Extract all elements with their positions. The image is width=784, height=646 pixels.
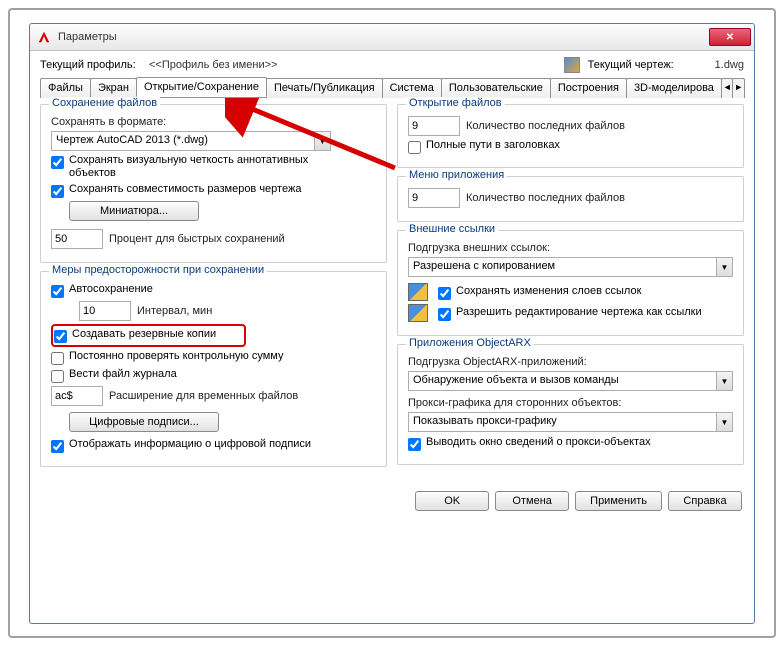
- window-title: Параметры: [58, 31, 709, 43]
- help-button[interactable]: Справка: [668, 491, 742, 511]
- tab-draft[interactable]: Построения: [550, 78, 627, 98]
- highlight-backup: Создавать резервные копии: [51, 324, 246, 347]
- temp-ext-input[interactable]: [51, 386, 103, 406]
- fast-save-label: Процент для быстрых сохранений: [109, 233, 285, 245]
- autosave-interval-label: Интервал, мин: [137, 305, 212, 317]
- signatures-button[interactable]: Цифровые подписи...: [69, 412, 219, 432]
- tabstrip: Файлы Экран Открытие/Сохранение Печать/П…: [40, 77, 744, 98]
- profile-value: <<Профиль без имени>>: [149, 59, 277, 71]
- profile-row: Текущий профиль: <<Профиль без имени>> Т…: [40, 57, 744, 73]
- group-file-open: Открытие файлов Количество последних фай…: [397, 104, 744, 168]
- tab-open-save[interactable]: Открытие/Сохранение: [136, 77, 267, 97]
- tab-system[interactable]: Система: [382, 78, 442, 98]
- tab-screen[interactable]: Экран: [90, 78, 137, 98]
- recent-files-input[interactable]: [408, 116, 460, 136]
- group-file-save: Сохранение файлов Сохранять в формате: Ч…: [40, 104, 387, 263]
- temp-ext-label: Расширение для временных файлов: [109, 390, 298, 402]
- appmenu-recent-input[interactable]: [408, 188, 460, 208]
- tab-plot[interactable]: Печать/Публикация: [266, 78, 383, 98]
- autocad-icon: [36, 29, 52, 45]
- appmenu-recent-label: Количество последних файлов: [466, 192, 625, 204]
- cancel-button[interactable]: Отмена: [495, 491, 569, 511]
- group-title-xrefs: Внешние ссылки: [406, 223, 498, 235]
- tab-user[interactable]: Пользовательские: [441, 78, 551, 98]
- xref-icon: [408, 304, 428, 322]
- chk-backup[interactable]: [54, 330, 67, 343]
- chevron-down-icon[interactable]: ▼: [716, 413, 732, 431]
- thumbnail-button[interactable]: Миниатюра...: [69, 201, 199, 221]
- group-safety: Меры предосторожности при сохранении Авт…: [40, 271, 387, 467]
- chk-sig-info[interactable]: [51, 440, 64, 453]
- drawing-icon: [564, 57, 580, 73]
- recent-files-label: Количество последних файлов: [466, 120, 625, 132]
- xref-load-combo[interactable]: Разрешена с копированием ▼: [408, 257, 733, 277]
- proxy-gfx-label: Прокси-графика для сторонних объектов:: [408, 397, 621, 409]
- autosave-interval-input[interactable]: [79, 301, 131, 321]
- group-title-open: Открытие файлов: [406, 97, 505, 109]
- tab-3d[interactable]: 3D-моделирова: [626, 78, 722, 98]
- chk-log[interactable]: [51, 370, 64, 383]
- group-xrefs: Внешние ссылки Подгрузка внешних ссылок:…: [397, 230, 744, 336]
- xref-icon: [408, 283, 428, 301]
- chk-xref-edit[interactable]: [438, 308, 451, 321]
- button-row: OK Отмена Применить Справка: [30, 483, 754, 521]
- group-title-safety: Меры предосторожности при сохранении: [49, 264, 267, 276]
- proxy-gfx-combo[interactable]: Показывать прокси-графику ▼: [408, 412, 733, 432]
- titlebar: Параметры ✕: [30, 24, 754, 51]
- chk-full-path[interactable]: [408, 141, 421, 154]
- chk-autosave[interactable]: [51, 285, 64, 298]
- tab-files[interactable]: Файлы: [40, 78, 91, 98]
- fast-save-input[interactable]: [51, 229, 103, 249]
- group-title-appmenu: Меню приложения: [406, 169, 507, 181]
- close-button[interactable]: ✕: [709, 28, 751, 46]
- tab-scroll-right[interactable]: ►: [732, 78, 745, 98]
- ok-button[interactable]: OK: [415, 491, 489, 511]
- chk-dim-compat[interactable]: [51, 185, 64, 198]
- chevron-down-icon[interactable]: ▼: [716, 258, 732, 276]
- profile-label: Текущий профиль:: [40, 59, 145, 71]
- chevron-down-icon[interactable]: ▼: [314, 132, 330, 150]
- chk-crc[interactable]: [51, 352, 64, 365]
- group-title-arx: Приложения ObjectARX: [406, 337, 534, 349]
- chk-visual-fidelity[interactable]: [51, 156, 64, 169]
- save-as-combo[interactable]: Чертеж AutoCAD 2013 (*.dwg) ▼: [51, 131, 331, 151]
- chk-xref-layers[interactable]: [438, 287, 451, 300]
- save-as-label: Сохранять в формате:: [51, 116, 166, 128]
- group-objectarx: Приложения ObjectARX Подгрузка ObjectARX…: [397, 344, 744, 465]
- apply-button[interactable]: Применить: [575, 491, 662, 511]
- drawing-value: 1.dwg: [715, 59, 744, 71]
- drawing-label: Текущий чертеж:: [588, 59, 693, 71]
- arx-load-label: Подгрузка ObjectARX-приложений:: [408, 356, 587, 368]
- arx-load-combo[interactable]: Обнаружение объекта и вызов команды ▼: [408, 371, 733, 391]
- chk-proxy-info[interactable]: [408, 438, 421, 451]
- xref-load-label: Подгрузка внешних ссылок:: [408, 242, 550, 254]
- chevron-down-icon[interactable]: ▼: [716, 372, 732, 390]
- group-title-save: Сохранение файлов: [49, 97, 160, 109]
- group-app-menu: Меню приложения Количество последних фай…: [397, 176, 744, 222]
